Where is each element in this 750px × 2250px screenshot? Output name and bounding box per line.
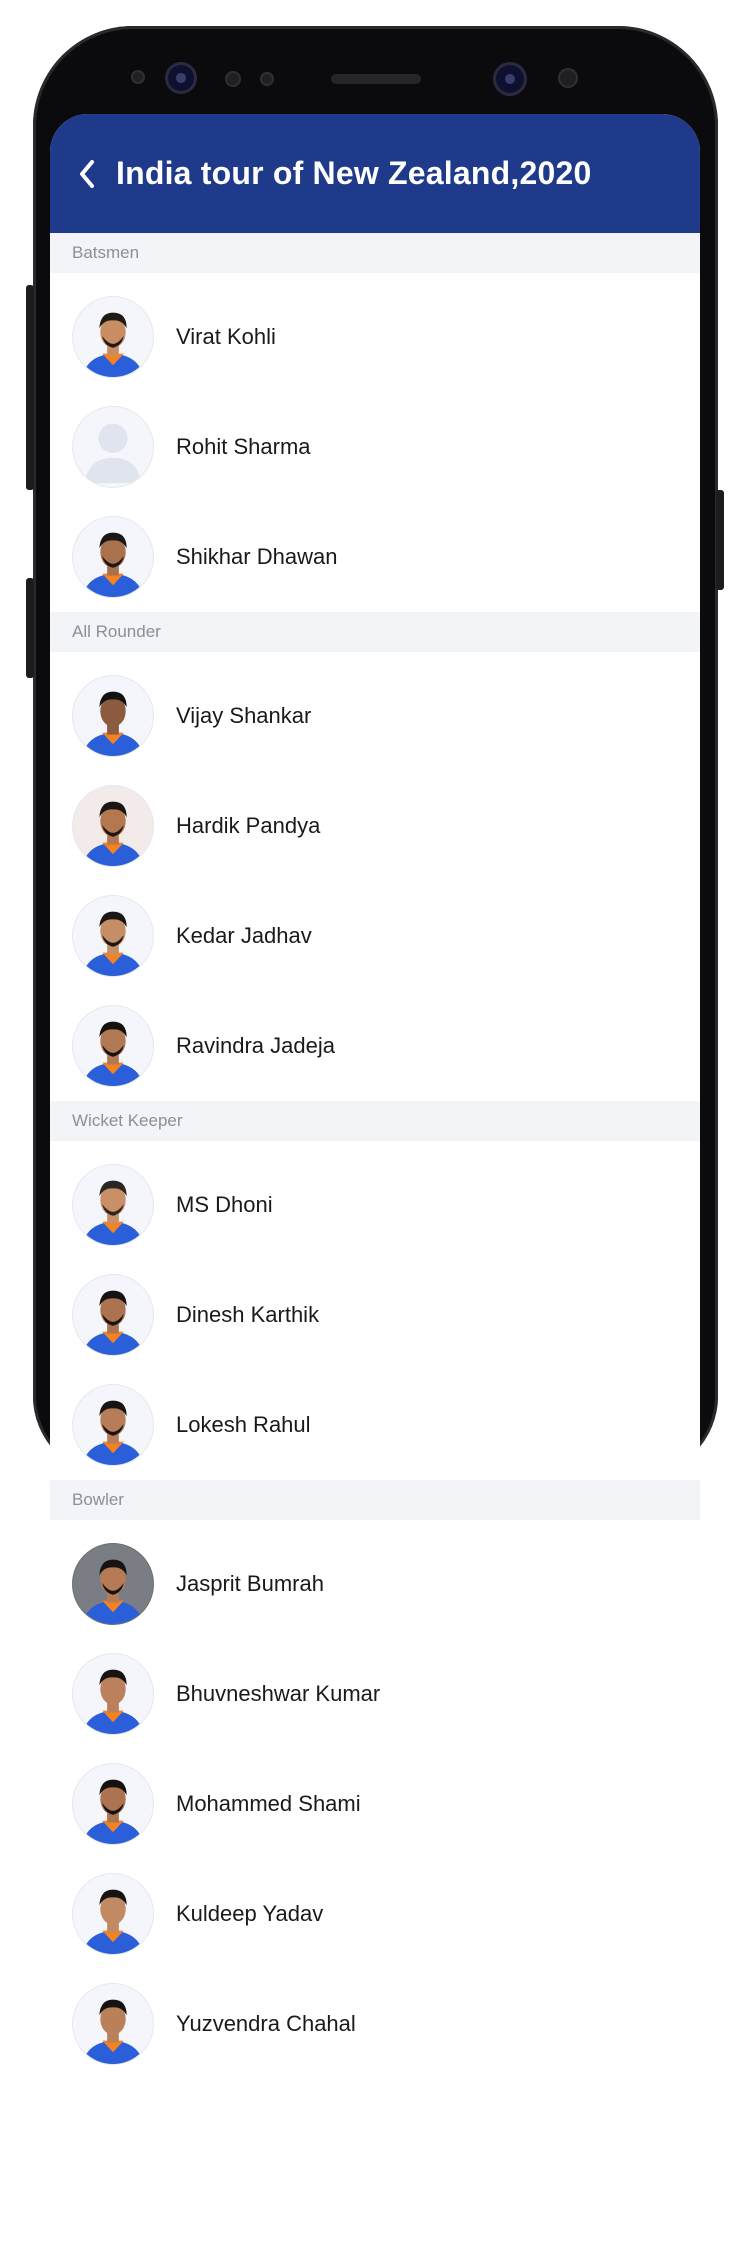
player-name: Rohit Sharma bbox=[176, 434, 311, 459]
player-row[interactable]: Ravindra Jadeja bbox=[50, 991, 700, 1101]
player-row[interactable]: Jasprit Bumrah bbox=[50, 1529, 700, 1639]
section-header: Bowler bbox=[50, 1480, 700, 1520]
player-row[interactable]: Kuldeep Yadav bbox=[50, 1859, 700, 1969]
player-name: Jasprit Bumrah bbox=[176, 1571, 324, 1596]
player-avatar bbox=[72, 1873, 154, 1955]
player-avatar bbox=[72, 406, 154, 488]
player-avatar bbox=[72, 1653, 154, 1735]
section-header: Wicket Keeper bbox=[50, 1101, 700, 1141]
player-row[interactable]: MS Dhoni bbox=[50, 1150, 700, 1260]
player-row[interactable]: Lokesh Rahul bbox=[50, 1370, 700, 1480]
player-name: Bhuvneshwar Kumar bbox=[176, 1681, 381, 1706]
phone-side-button bbox=[26, 285, 34, 490]
section-header: Batsmen bbox=[50, 233, 700, 273]
player-avatar bbox=[72, 1983, 154, 2065]
player-avatar bbox=[72, 1543, 154, 1625]
player-avatar bbox=[72, 1384, 154, 1466]
player-name: Vijay Shankar bbox=[176, 703, 312, 728]
proximity-sensor bbox=[131, 70, 145, 84]
player-avatar bbox=[72, 1274, 154, 1356]
chevron-left-icon bbox=[80, 159, 94, 188]
front-camera bbox=[165, 62, 197, 94]
player-row[interactable]: Rohit Sharma bbox=[50, 392, 700, 502]
player-avatar bbox=[72, 296, 154, 378]
player-avatar bbox=[72, 785, 154, 867]
player-name: Ravindra Jadeja bbox=[176, 1033, 335, 1058]
player-row[interactable]: Vijay Shankar bbox=[50, 661, 700, 771]
player-name: Hardik Pandya bbox=[176, 813, 321, 838]
player-name: Lokesh Rahul bbox=[176, 1412, 311, 1437]
player-avatar bbox=[72, 516, 154, 598]
player-avatar bbox=[72, 895, 154, 977]
sensor-dot bbox=[260, 72, 274, 86]
player-row[interactable]: Shikhar Dhawan bbox=[50, 502, 700, 612]
player-list: Vijay Shankar Hardik Pandya Kedar Jadhav… bbox=[50, 652, 700, 1101]
player-name: Dinesh Karthik bbox=[176, 1302, 320, 1327]
phone-side-button bbox=[716, 490, 724, 590]
sensor-dot bbox=[558, 68, 578, 88]
phone-side-button bbox=[26, 578, 34, 678]
player-name: Kedar Jadhav bbox=[176, 923, 312, 948]
player-name: Shikhar Dhawan bbox=[176, 544, 338, 569]
player-list: Virat Kohli Rohit Sharma Shikhar Dhawan bbox=[50, 273, 700, 612]
player-name: MS Dhoni bbox=[176, 1192, 273, 1217]
player-avatar bbox=[72, 1005, 154, 1087]
app-header: India tour of New Zealand,2020 bbox=[50, 114, 700, 233]
player-row[interactable]: Virat Kohli bbox=[50, 282, 700, 392]
player-avatar bbox=[72, 675, 154, 757]
player-sections: Batsmen Virat Kohli Rohit Sharma Shikhar… bbox=[50, 233, 700, 2079]
iris-camera bbox=[493, 62, 527, 96]
player-row[interactable]: Dinesh Karthik bbox=[50, 1260, 700, 1370]
player-name: Kuldeep Yadav bbox=[176, 1901, 324, 1926]
page-title: India tour of New Zealand,2020 bbox=[116, 155, 592, 191]
player-row[interactable]: Kedar Jadhav bbox=[50, 881, 700, 991]
player-avatar bbox=[72, 1763, 154, 1845]
player-name: Mohammed Shami bbox=[176, 1791, 361, 1816]
earpiece-speaker bbox=[331, 74, 421, 84]
player-row[interactable]: Hardik Pandya bbox=[50, 771, 700, 881]
player-name: Virat Kohli bbox=[176, 324, 276, 349]
player-row[interactable]: Yuzvendra Chahal bbox=[50, 1969, 700, 2079]
player-row[interactable]: Mohammed Shami bbox=[50, 1749, 700, 1859]
back-button[interactable] bbox=[70, 154, 104, 194]
sensor-dot bbox=[225, 71, 241, 87]
app-screen: India tour of New Zealand,2020 Batsmen V… bbox=[50, 114, 700, 2250]
player-avatar bbox=[72, 1164, 154, 1246]
player-name: Yuzvendra Chahal bbox=[176, 2011, 356, 2036]
player-row[interactable]: Bhuvneshwar Kumar bbox=[50, 1639, 700, 1749]
player-list: MS Dhoni Dinesh Karthik Lokesh Rahul bbox=[50, 1141, 700, 1480]
player-list: Jasprit Bumrah Bhuvneshwar Kumar Mohamme… bbox=[50, 1520, 700, 2079]
section-header: All Rounder bbox=[50, 612, 700, 652]
